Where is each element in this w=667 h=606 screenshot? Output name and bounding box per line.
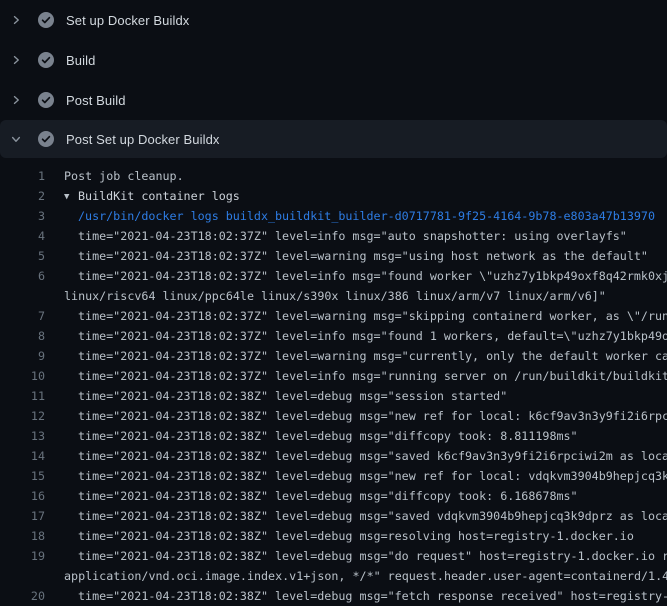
- log-text: application/vnd.oci.image.index.v1+json,…: [45, 566, 667, 586]
- line-number[interactable]: 12: [0, 406, 45, 426]
- log-text: time="2021-04-23T18:02:38Z" level=debug …: [45, 546, 667, 566]
- line-number[interactable]: 8: [0, 326, 45, 346]
- log-text: time="2021-04-23T18:02:38Z" level=debug …: [45, 386, 507, 406]
- log-text: time="2021-04-23T18:02:38Z" level=debug …: [45, 406, 667, 426]
- step-label: Post Build: [66, 93, 126, 108]
- line-number[interactable]: 9: [0, 346, 45, 366]
- line-number[interactable]: 13: [0, 426, 45, 446]
- line-number[interactable]: 7: [0, 306, 45, 326]
- line-number[interactable]: 5: [0, 246, 45, 266]
- log-line-continuation: linux/riscv64 linux/ppc64le linux/s390x …: [0, 286, 667, 306]
- log-line: 17time="2021-04-23T18:02:38Z" level=debu…: [0, 506, 667, 526]
- log-text: time="2021-04-23T18:02:37Z" level=info m…: [45, 266, 667, 286]
- step-label: Build: [66, 53, 95, 68]
- log-line: 20time="2021-04-23T18:02:38Z" level=debu…: [0, 586, 667, 606]
- log-line: 15time="2021-04-23T18:02:38Z" level=debu…: [0, 466, 667, 486]
- line-number[interactable]: 18: [0, 526, 45, 546]
- line-number[interactable]: 17: [0, 506, 45, 526]
- log-line: 10time="2021-04-23T18:02:37Z" level=info…: [0, 366, 667, 386]
- step-label: Set up Docker Buildx: [66, 13, 189, 28]
- log-group-label: BuildKit container logs: [78, 189, 240, 203]
- log-line: 6time="2021-04-23T18:02:37Z" level=info …: [0, 266, 667, 286]
- log-line: 14time="2021-04-23T18:02:38Z" level=debu…: [0, 446, 667, 466]
- log-line: 16time="2021-04-23T18:02:38Z" level=debu…: [0, 486, 667, 506]
- log-text: time="2021-04-23T18:02:37Z" level=warnin…: [45, 306, 667, 326]
- line-number[interactable]: 3: [0, 206, 45, 226]
- log-text: time="2021-04-23T18:02:38Z" level=debug …: [45, 466, 667, 486]
- log-text: time="2021-04-23T18:02:37Z" level=warnin…: [45, 346, 667, 366]
- log-line: 7time="2021-04-23T18:02:37Z" level=warni…: [0, 306, 667, 326]
- log-line: 1Post job cleanup.: [0, 166, 667, 186]
- check-circle-icon: [38, 52, 54, 68]
- line-number: [0, 566, 45, 586]
- chevron-right-icon[interactable]: [10, 92, 32, 108]
- chevron-right-icon[interactable]: [10, 12, 32, 28]
- log-line: 18time="2021-04-23T18:02:38Z" level=debu…: [0, 526, 667, 546]
- log-line: 9time="2021-04-23T18:02:37Z" level=warni…: [0, 346, 667, 366]
- log-text: time="2021-04-23T18:02:37Z" level=info m…: [45, 226, 627, 246]
- chevron-right-icon[interactable]: [10, 52, 32, 68]
- step-header-set-up-docker-buildx[interactable]: Set up Docker Buildx: [0, 0, 667, 40]
- step-header-post-build[interactable]: Post Build: [0, 80, 667, 120]
- log-text: time="2021-04-23T18:02:38Z" level=debug …: [45, 526, 634, 546]
- log-command-text: /usr/bin/docker logs buildx_buildkit_bui…: [45, 206, 655, 226]
- log-line-continuation: application/vnd.oci.image.index.v1+json,…: [0, 566, 667, 586]
- log-line: 2▼BuildKit container logs: [0, 186, 667, 206]
- line-number[interactable]: 16: [0, 486, 45, 506]
- group-toggle-icon[interactable]: ▼: [64, 187, 78, 206]
- check-circle-icon: [38, 92, 54, 108]
- line-number[interactable]: 19: [0, 546, 45, 566]
- log-line: 19time="2021-04-23T18:02:38Z" level=debu…: [0, 546, 667, 566]
- log-line: 13time="2021-04-23T18:02:38Z" level=debu…: [0, 426, 667, 446]
- log-text: Post job cleanup.: [45, 166, 184, 186]
- step-header-post-set-up-docker-buildx[interactable]: Post Set up Docker Buildx: [0, 120, 667, 158]
- line-number[interactable]: 14: [0, 446, 45, 466]
- log-text: time="2021-04-23T18:02:38Z" level=debug …: [45, 586, 667, 606]
- log-text: time="2021-04-23T18:02:38Z" level=debug …: [45, 446, 667, 466]
- chevron-down-icon[interactable]: [10, 131, 32, 147]
- log-line: 4time="2021-04-23T18:02:37Z" level=info …: [0, 226, 667, 246]
- line-number[interactable]: 20: [0, 586, 45, 606]
- log-text: linux/riscv64 linux/ppc64le linux/s390x …: [45, 286, 606, 306]
- log-text: time="2021-04-23T18:02:38Z" level=debug …: [45, 486, 578, 506]
- log-line: 5time="2021-04-23T18:02:37Z" level=warni…: [0, 246, 667, 266]
- steps-list: Set up Docker Buildx Build Post Build Post …: [0, 0, 667, 158]
- check-circle-icon: [38, 131, 54, 147]
- line-number[interactable]: 15: [0, 466, 45, 486]
- line-number[interactable]: 4: [0, 226, 45, 246]
- step-label: Post Set up Docker Buildx: [66, 132, 220, 147]
- line-number[interactable]: 1: [0, 166, 45, 186]
- line-number[interactable]: 2: [0, 186, 45, 206]
- line-number[interactable]: 10: [0, 366, 45, 386]
- log-line: 3/usr/bin/docker logs buildx_buildkit_bu…: [0, 206, 667, 226]
- log-line: 11time="2021-04-23T18:02:38Z" level=debu…: [0, 386, 667, 406]
- log-text: time="2021-04-23T18:02:38Z" level=debug …: [45, 426, 578, 446]
- log-text: time="2021-04-23T18:02:38Z" level=debug …: [45, 506, 667, 526]
- log-line: 12time="2021-04-23T18:02:38Z" level=debu…: [0, 406, 667, 426]
- log-text: time="2021-04-23T18:02:37Z" level=info m…: [45, 326, 667, 346]
- log-text: time="2021-04-23T18:02:37Z" level=warnin…: [45, 246, 648, 266]
- log-viewer: 1Post job cleanup.2▼BuildKit container l…: [0, 158, 667, 606]
- check-circle-icon: [38, 12, 54, 28]
- line-number[interactable]: 6: [0, 266, 45, 286]
- line-number[interactable]: 11: [0, 386, 45, 406]
- step-header-build[interactable]: Build: [0, 40, 667, 80]
- log-group-header: ▼BuildKit container logs: [45, 186, 240, 206]
- log-line: 8time="2021-04-23T18:02:37Z" level=info …: [0, 326, 667, 346]
- line-number: [0, 286, 45, 306]
- log-text: time="2021-04-23T18:02:37Z" level=info m…: [45, 366, 667, 386]
